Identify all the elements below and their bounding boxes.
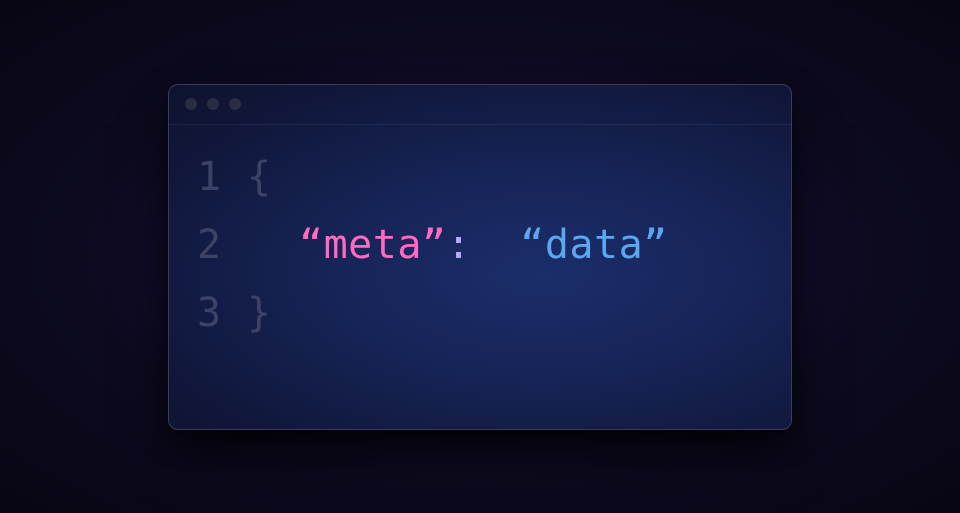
brace-close: } (247, 279, 272, 347)
line-number: 3 (197, 279, 247, 347)
code-area: 1 { 2 “meta”: “data” 3 } (169, 125, 791, 365)
brace-open: { (247, 143, 272, 211)
window-control-maximize[interactable] (229, 98, 241, 110)
code-line-1: 1 { (197, 143, 763, 211)
window-control-minimize[interactable] (207, 98, 219, 110)
titlebar (169, 85, 791, 125)
code-window: 1 { 2 “meta”: “data” 3 } (168, 84, 792, 430)
line-number: 1 (197, 143, 247, 211)
code-line-2: 2 “meta”: “data” (197, 211, 763, 279)
code-line-3: 3 } (197, 279, 763, 347)
json-colon: : (447, 211, 472, 279)
window-control-close[interactable] (185, 98, 197, 110)
line-number: 2 (197, 211, 247, 279)
json-value: “data” (520, 211, 668, 279)
json-key: “meta” (299, 211, 447, 279)
